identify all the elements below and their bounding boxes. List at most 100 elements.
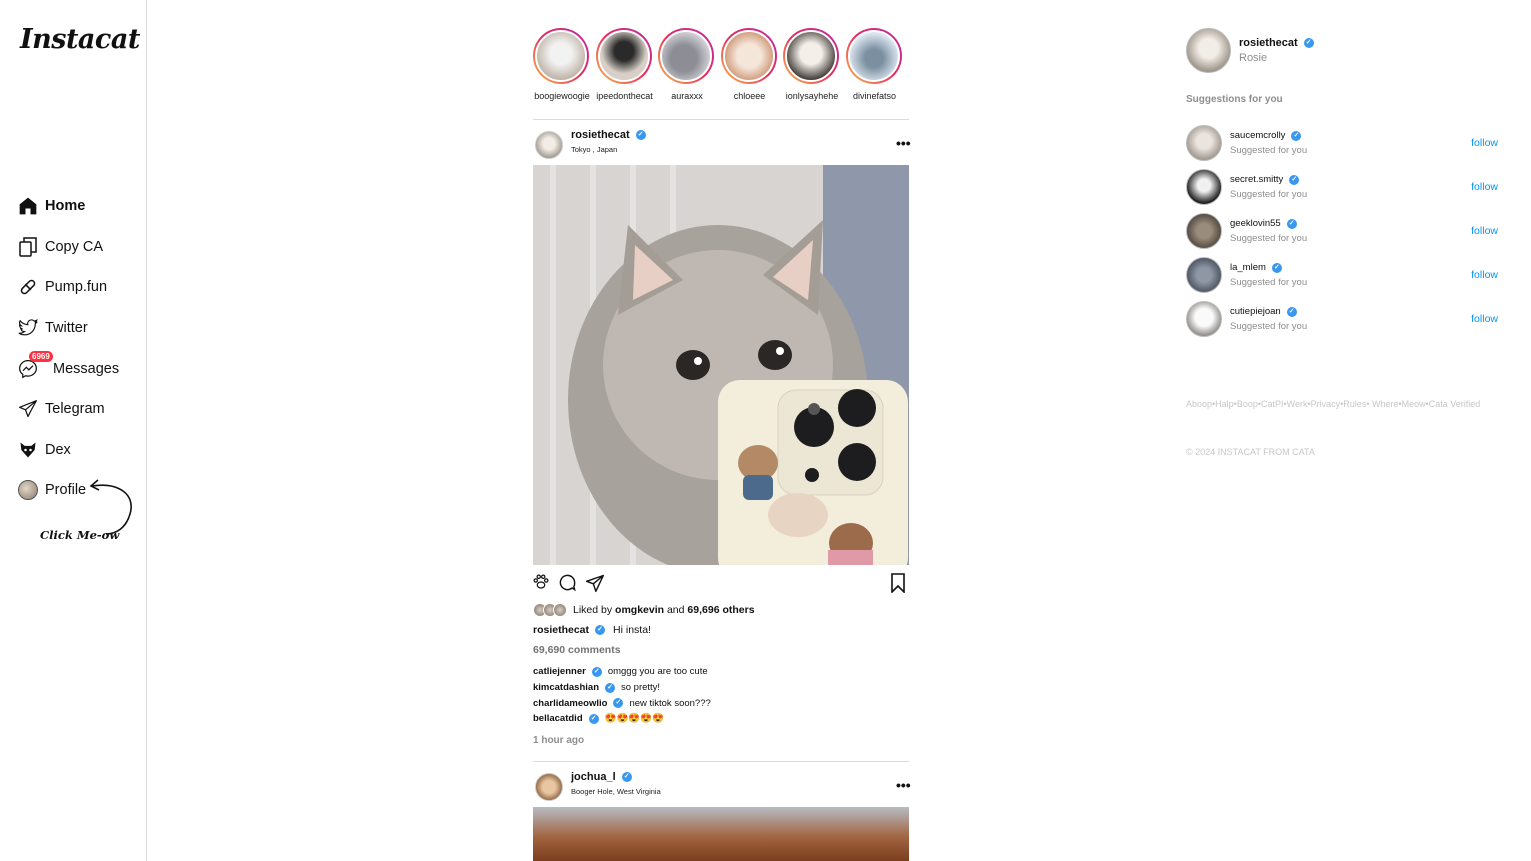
suggestion-username[interactable]: geeklovin55 [1230,218,1281,229]
story[interactable]: chloeee [720,28,777,101]
nav-label: Twitter [45,320,88,337]
liked-by-user[interactable]: omgkevin [615,604,664,616]
current-user-name: Rosie [1239,52,1268,64]
caption-text: Hi insta! [613,624,651,636]
post-image[interactable] [533,165,909,565]
follow-button[interactable]: follow [1471,137,1498,149]
caption-username[interactable]: rosiethecat [533,624,589,636]
suggestion-username[interactable]: cutiepiejoan [1230,306,1281,317]
follow-button[interactable]: follow [1471,225,1498,237]
suggestion-subtitle: Suggested for you [1230,277,1308,288]
post-username[interactable]: jochua_l [571,771,616,783]
divider [533,119,909,120]
post-username[interactable]: rosiethecat [571,129,630,141]
follow-button[interactable]: follow [1471,181,1498,193]
verified-icon: ✓ [1289,174,1300,185]
messages-badge: 6969 [29,350,53,362]
nav-label: Messages [53,360,120,377]
comment: kimcatdashian ✓ so pretty! [533,680,711,696]
divider [533,761,909,762]
story-avatar [722,30,775,82]
story[interactable]: ionlysayhehe [783,28,839,101]
footer-links[interactable]: Aboop•Halp•Boop•CatPI•Werk•Privacy•Rules… [1186,397,1504,412]
verified-icon: ✓ [635,130,646,140]
more-options-icon[interactable]: ••• [896,135,911,151]
nav-item-copy-ca[interactable]: Copy CA [17,227,119,268]
suggestion-avatar[interactable] [1186,169,1222,205]
paw-like-icon[interactable] [532,573,550,598]
share-icon[interactable] [585,573,605,598]
liked-by-others[interactable]: 69,696 others [687,604,754,616]
post-timestamp: 1 hour ago [533,735,585,746]
verified-icon: ✓ [605,682,615,693]
verified-icon: ✓ [613,698,624,709]
stories-bar: boogiewoogie ipeedonthecat auraxxx chloe… [533,28,902,101]
profile-avatar [17,479,39,501]
comment-username[interactable]: charlidameowlio [533,698,607,709]
comment: catliejenner ✓ omggg you are too cute [533,664,711,680]
current-user-avatar[interactable] [1186,28,1231,73]
comment-text: so pretty! [621,682,661,694]
story[interactable]: boogiewoogie [533,28,590,101]
story[interactable]: ipeedonthecat [595,28,653,101]
home-icon [17,195,39,217]
app-logo[interactable]: Instacat [20,24,140,55]
suggestion-avatar[interactable] [1186,301,1222,337]
suggestion-avatar[interactable] [1186,257,1222,293]
nav-item-twitter[interactable]: Twitter [17,308,119,349]
more-options-icon[interactable]: ••• [896,777,911,793]
suggestion-subtitle: Suggested for you [1230,233,1308,244]
follow-button[interactable]: follow [1471,313,1498,325]
post-location[interactable]: Tokyo , Japan [571,145,646,154]
post-avatar[interactable] [535,131,563,159]
suggestion-username[interactable]: la_mlem [1230,262,1266,273]
telegram-icon [17,398,39,420]
story-name: boogiewoogie [534,91,590,101]
post-image[interactable] [533,807,909,861]
current-username[interactable]: rosiethecat [1239,37,1298,49]
nav-item-messages[interactable]: 6969 Messages [17,348,119,389]
likes-summary: Liked by omgkevin and 69,696 others [533,603,755,617]
comment: bellacatdid ✓ 😍😍😍😍😍 [533,711,711,727]
suggestion-avatar[interactable] [1186,213,1222,249]
nav-menu: Home Copy CA Pump.fun Twitter 6969 Messa… [17,186,119,511]
story-avatar [785,30,837,82]
comments-list: catliejenner ✓ omggg you are too cute kim… [533,664,711,727]
bookmark-icon[interactable] [890,573,906,598]
liked-by-prefix: Liked by [573,604,613,616]
messenger-icon: 6969 [17,350,53,380]
liked-by-and: and [666,604,685,616]
nav-item-pumpfun[interactable]: Pump.fun [17,267,119,308]
suggestion-username[interactable]: saucemcrolly [1230,130,1285,141]
nav-item-telegram[interactable]: Telegram [17,389,119,430]
story[interactable]: auraxxx [658,28,714,101]
nav-label: Dex [45,441,71,458]
suggestion-row: la_mlem ✓ Suggested for you follow [1186,257,1498,293]
story[interactable]: divinefatso [845,28,902,101]
suggestion-username[interactable]: secret.smitty [1230,174,1283,185]
comment-username[interactable]: bellacatdid [533,713,583,724]
comment-icon[interactable] [558,573,577,598]
post-avatar[interactable] [535,773,563,801]
suggestions-title: Suggestions for you [1186,94,1283,105]
suggestion-row: cutiepiejoan ✓ Suggested for you follow [1186,301,1498,337]
pill-icon [17,276,39,298]
follow-button[interactable]: follow [1471,269,1498,281]
copy-icon [17,236,39,258]
nav-item-home[interactable]: Home [17,186,119,227]
view-comments-link[interactable]: 69,690 comments [533,644,621,656]
copyright: © 2024 INSTACAT FROM CATA [1186,447,1315,457]
suggestion-subtitle: Suggested for you [1230,189,1308,200]
suggestion-avatar[interactable] [1186,125,1222,161]
nav-item-dex[interactable]: Dex [17,430,119,471]
comment: charlidameowlio ✓ new tiktok soon??? [533,695,711,711]
dex-icon [17,439,39,461]
comment-username[interactable]: kimcatdashian [533,682,599,693]
comment-text: omggg you are too cute [607,666,708,678]
nav-label: Pump.fun [45,279,108,296]
post-location[interactable]: Booger Hole, West Virginia [571,787,661,796]
click-hint: Click Me-ow [40,528,120,542]
story-name: chloeee [733,91,766,101]
post-caption: rosiethecat ✓ Hi insta! [533,624,651,636]
comment-username[interactable]: catliejenner [533,666,586,677]
